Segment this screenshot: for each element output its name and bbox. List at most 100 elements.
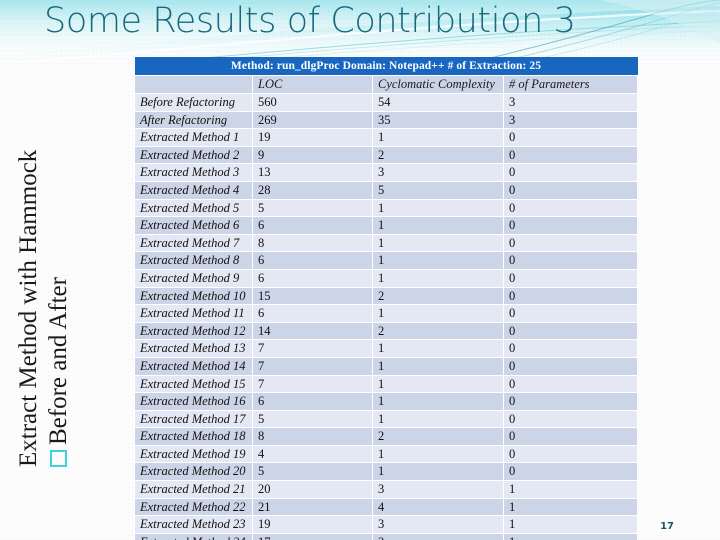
vertical-section-label: Extract Method with Hammock Before and A… <box>14 0 124 467</box>
table-row: Extracted Method 20 5 1 0 <box>134 462 639 482</box>
table-row: Extracted Method 3 13 3 0 <box>134 163 639 182</box>
cell-parameters: 0 <box>502 304 639 323</box>
cell-method-name: Extracted Method 3 <box>134 163 253 182</box>
table-row: Extracted Method 5510 <box>134 198 639 218</box>
table-row: Extracted Method 23 19 3 1 <box>134 515 639 534</box>
cell-cyclomatic-complexity: 1 <box>372 392 504 411</box>
cell-cyclomatic-complexity: 1 <box>372 374 504 394</box>
table-row: Extracted Method 16 6 1 0 <box>134 392 639 411</box>
table-row: Extracted Method 21 20 3 1 <box>134 480 639 499</box>
cell-method-name: Extracted Method 23 <box>134 515 253 534</box>
presentation-slide: Some Results of Contribution 3 Extract M… <box>0 0 720 540</box>
cell-method-name: Extracted Method 14 <box>134 356 253 376</box>
cell-cyclomatic-complexity: 1 <box>372 356 504 376</box>
cell-method-name: Extracted Method 4 <box>134 180 253 200</box>
cell-loc: 6 <box>252 216 373 235</box>
cell-method-name: Extracted Method 2 <box>134 145 253 165</box>
table-row: Extracted Method 2920 <box>134 145 639 165</box>
cell-loc: 19 <box>252 515 373 534</box>
table-row: Before Refactoring 560 54 3 <box>134 93 639 112</box>
cell-loc: 560 <box>252 93 373 112</box>
cell-parameters: 3 <box>502 93 639 112</box>
cell-parameters: 0 <box>502 145 639 165</box>
cell-loc: 19 <box>252 128 373 147</box>
cell-cyclomatic-complexity: 3 <box>372 515 504 534</box>
cell-method-name: Extracted Method 17 <box>134 409 253 429</box>
cell-cyclomatic-complexity: 1 <box>372 444 504 464</box>
table-row: After Refactoring 269 35 3 <box>134 110 639 130</box>
cell-parameters: 0 <box>502 216 639 235</box>
table-row: Extracted Method 1 19 1 0 <box>134 128 639 147</box>
cell-method-name: Extracted Method 6 <box>134 216 253 235</box>
cell-parameters: 0 <box>502 251 639 270</box>
table-row: Extracted Method 14 7 1 0 <box>134 356 639 376</box>
column-header-cyclomatic-complexity: Cyclomatic Complexity <box>372 75 504 94</box>
table-row: Extracted Method 9610 <box>134 268 639 288</box>
cell-parameters: 0 <box>502 268 639 288</box>
cell-loc: 20 <box>252 480 373 499</box>
cell-parameters: 0 <box>502 462 639 482</box>
cell-parameters: 0 <box>502 392 639 411</box>
slide-number: 17 <box>660 521 674 532</box>
cell-cyclomatic-complexity: 2 <box>372 286 504 306</box>
cell-cyclomatic-complexity: 1 <box>372 462 504 482</box>
cell-method-name: Extracted Method 13 <box>134 339 253 358</box>
table-row: Extracted Method 12 14 2 0 <box>134 321 639 341</box>
cell-method-name: Extracted Method 20 <box>134 462 253 482</box>
cell-cyclomatic-complexity: 2 <box>372 145 504 165</box>
cell-parameters: 1 <box>502 532 639 540</box>
results-table-container: Method: run_dlgProc Domain: Notepad++ # … <box>134 57 639 540</box>
table-row: Extracted Method 11 6 1 0 <box>134 304 639 323</box>
cell-loc: 5 <box>252 462 373 482</box>
column-header-blank <box>134 75 253 94</box>
cell-cyclomatic-complexity: 35 <box>372 110 504 130</box>
slide-title: Some Results of Contribution 3 <box>44 1 576 41</box>
square-bullet-icon <box>49 450 67 467</box>
cell-loc: 14 <box>252 321 373 341</box>
cell-method-name: Extracted Method 1 <box>134 128 253 147</box>
table-row: Extracted Method 8610 <box>134 251 639 270</box>
cell-parameters: 0 <box>502 198 639 218</box>
cell-cyclomatic-complexity: 1 <box>372 268 504 288</box>
cell-method-name: Before Refactoring <box>134 93 253 112</box>
cell-parameters: 0 <box>502 444 639 464</box>
cell-parameters: 3 <box>502 110 639 130</box>
cell-loc: 21 <box>252 497 373 517</box>
cell-parameters: 0 <box>502 128 639 147</box>
cell-cyclomatic-complexity: 1 <box>372 216 504 235</box>
cell-parameters: 1 <box>502 497 639 517</box>
cell-loc: 4 <box>252 444 373 464</box>
cell-cyclomatic-complexity: 1 <box>372 128 504 147</box>
table-banner-row: Method: run_dlgProc Domain: Notepad++ # … <box>134 57 638 76</box>
table-row: Extracted Method 241721 <box>134 532 639 540</box>
cell-loc: 6 <box>252 304 373 323</box>
cell-method-name: After Refactoring <box>134 110 253 130</box>
cell-method-name: Extracted Method 7 <box>134 233 253 253</box>
cell-parameters: 0 <box>502 321 639 341</box>
cell-cyclomatic-complexity: 1 <box>372 198 504 218</box>
cell-method-name: Extracted Method 22 <box>134 497 253 517</box>
cell-parameters: 0 <box>502 180 639 200</box>
cell-loc: 13 <box>252 163 373 182</box>
column-header-parameters: # of Parameters <box>502 75 639 94</box>
cell-cyclomatic-complexity: 2 <box>372 427 504 446</box>
vertical-label-line-2-row: Before and After <box>44 277 74 467</box>
table-row: Extracted Method 6610 <box>134 216 639 235</box>
cell-loc: 7 <box>252 374 373 394</box>
cell-method-name: Extracted Method 24 <box>134 532 253 540</box>
table-row: Extracted Method 4 28 5 0 <box>134 180 639 200</box>
cell-loc: 5 <box>252 198 373 218</box>
cell-parameters: 0 <box>502 409 639 429</box>
cell-loc: 7 <box>252 339 373 358</box>
cell-parameters: 0 <box>502 339 639 358</box>
table-banner-title: Method: run_dlgProc Domain: Notepad++ # … <box>134 57 638 76</box>
cell-method-name: Extracted Method 21 <box>134 480 253 499</box>
cell-method-name: Extracted Method 5 <box>134 198 253 218</box>
table-row: Extracted Method 22 21 4 1 <box>134 497 639 517</box>
cell-cyclomatic-complexity: 5 <box>372 180 504 200</box>
cell-method-name: Extracted Method 16 <box>134 392 253 411</box>
cell-method-name: Extracted Method 10 <box>134 286 253 306</box>
cell-method-name: Extracted Method 9 <box>134 268 253 288</box>
cell-cyclomatic-complexity: 2 <box>372 321 504 341</box>
cell-cyclomatic-complexity: 3 <box>372 163 504 182</box>
